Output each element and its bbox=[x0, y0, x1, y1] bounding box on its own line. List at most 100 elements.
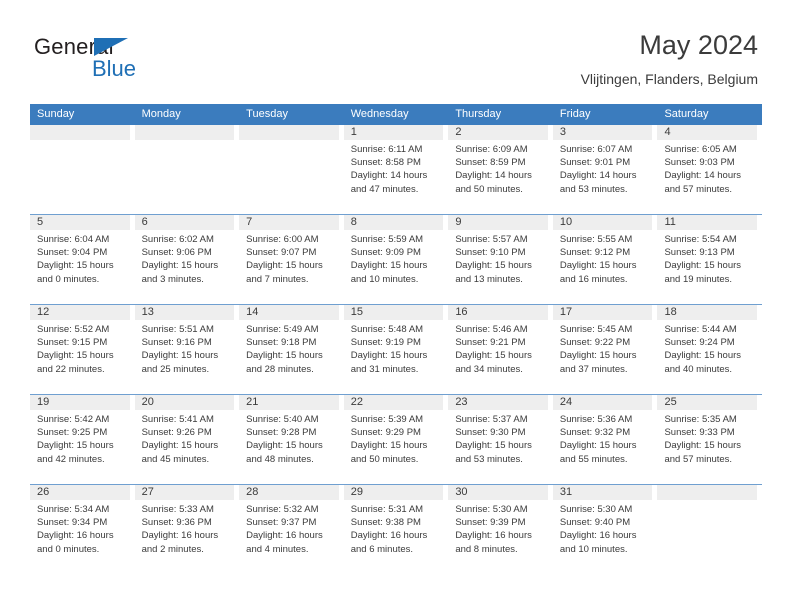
sunset-text: Sunset: 9:33 PM bbox=[664, 427, 735, 439]
daylight-text-line2: and 53 minutes. bbox=[455, 453, 523, 465]
sunrise-text: Sunrise: 5:37 AM bbox=[455, 414, 528, 425]
day-cell[interactable]: 26 Sunrise: 5:34 AM Sunset: 9:34 PM Dayligh… bbox=[30, 485, 135, 574]
sunset-text: Sunset: 9:07 PM bbox=[246, 247, 317, 259]
day-details: Sunrise: 5:48 AM Sunset: 9:19 PM Daylight:… bbox=[344, 323, 444, 376]
day-cell[interactable]: 18 Sunrise: 5:44 AM Sunset: 9:24 PM Dayligh… bbox=[657, 305, 762, 394]
day-cell[interactable]: 30 Sunrise: 5:30 AM Sunset: 9:39 PM Dayligh… bbox=[448, 485, 553, 574]
day-cell[interactable]: 24 Sunrise: 5:36 AM Sunset: 9:32 PM Dayligh… bbox=[552, 395, 658, 484]
day-cell[interactable]: 1 Sunrise: 6:11 AM Sunset: 8:58 PM Daylight… bbox=[343, 125, 449, 214]
day-cell[interactable]: 6 Sunrise: 6:02 AM Sunset: 9:06 PM Daylight… bbox=[134, 215, 240, 304]
day-number: 20 bbox=[134, 395, 235, 410]
day-details: Sunrise: 6:11 AM Sunset: 8:58 PM Daylight:… bbox=[344, 143, 444, 196]
sunset-text: Sunset: 9:16 PM bbox=[141, 337, 212, 349]
day-cell[interactable]: 23 Sunrise: 5:37 AM Sunset: 9:30 PM Dayligh… bbox=[448, 395, 553, 484]
day-number: 15 bbox=[343, 305, 444, 320]
day-cell[interactable]: 12 Sunrise: 5:52 AM Sunset: 9:15 PM Dayligh… bbox=[30, 305, 135, 394]
day-cell[interactable]: 15 Sunrise: 5:48 AM Sunset: 9:19 PM Dayligh… bbox=[343, 305, 449, 394]
sunrise-text: Sunrise: 5:59 AM bbox=[350, 234, 424, 245]
general-blue-logo[interactable]: General Blue bbox=[34, 34, 244, 90]
daylight-text-line1: Daylight: 15 hours bbox=[141, 350, 219, 362]
sunset-text: Sunset: 9:18 PM bbox=[246, 337, 317, 349]
day-cell[interactable]: 27 Sunrise: 5:33 AM Sunset: 9:36 PM Dayligh… bbox=[134, 485, 240, 574]
day-number: 28 bbox=[239, 485, 339, 500]
day-cell[interactable]: 14 Sunrise: 5:49 AM Sunset: 9:18 PM Dayligh… bbox=[239, 305, 344, 394]
day-cell[interactable]: 4 Sunrise: 6:05 AM Sunset: 9:03 PM Daylight… bbox=[657, 125, 762, 214]
sunrise-text: Sunrise: 5:54 AM bbox=[664, 234, 737, 245]
daylight-text-line1: Daylight: 15 hours bbox=[455, 350, 532, 362]
page-title: May 2024 bbox=[639, 30, 758, 60]
day-cell[interactable]: 10 Sunrise: 5:55 AM Sunset: 9:12 PM Dayligh… bbox=[552, 215, 658, 304]
daylight-text-line2: and 10 minutes. bbox=[559, 543, 628, 555]
day-cell[interactable]: 13 Sunrise: 5:51 AM Sunset: 9:16 PM Dayligh… bbox=[134, 305, 240, 394]
weekday-header-wednesday: Wednesday bbox=[350, 108, 409, 120]
daylight-text-line2: and 6 minutes. bbox=[350, 543, 414, 555]
day-cell[interactable]: 25 Sunrise: 5:35 AM Sunset: 9:33 PM Dayligh… bbox=[657, 395, 762, 484]
day-number: 16 bbox=[448, 305, 548, 320]
day-cell[interactable]: 29 Sunrise: 5:31 AM Sunset: 9:38 PM Dayligh… bbox=[343, 485, 449, 574]
daylight-text-line1: Daylight: 16 hours bbox=[455, 530, 532, 542]
day-cell[interactable]: 19 Sunrise: 5:42 AM Sunset: 9:25 PM Dayligh… bbox=[30, 395, 135, 484]
daylight-text-line2: and 3 minutes. bbox=[141, 273, 204, 285]
day-number: 7 bbox=[239, 215, 339, 230]
daylight-text-line2: and 50 minutes. bbox=[455, 183, 523, 195]
daylight-text-line1: Daylight: 15 hours bbox=[37, 440, 114, 452]
daylight-text-line1: Daylight: 15 hours bbox=[664, 440, 742, 452]
day-cell[interactable]: 5 Sunrise: 6:04 AM Sunset: 9:04 PM Daylight… bbox=[30, 215, 135, 304]
daylight-text-line2: and 4 minutes. bbox=[246, 543, 309, 555]
day-details: Sunrise: 5:34 AM Sunset: 9:34 PM Daylight:… bbox=[30, 503, 130, 556]
daylight-text-line2: and 53 minutes. bbox=[559, 183, 628, 195]
day-cell[interactable]: 22 Sunrise: 5:39 AM Sunset: 9:29 PM Dayligh… bbox=[343, 395, 449, 484]
day-details: Sunrise: 5:59 AM Sunset: 9:09 PM Daylight:… bbox=[344, 233, 444, 286]
sunset-text: Sunset: 9:13 PM bbox=[664, 247, 735, 259]
day-cell[interactable]: 16 Sunrise: 5:46 AM Sunset: 9:21 PM Dayligh… bbox=[448, 305, 553, 394]
day-details: Sunrise: 5:52 AM Sunset: 9:15 PM Daylight:… bbox=[30, 323, 130, 376]
daylight-text-line2: and 19 minutes. bbox=[664, 273, 733, 285]
day-details: Sunrise: 5:54 AM Sunset: 9:13 PM Daylight:… bbox=[657, 233, 757, 286]
day-cell-empty bbox=[239, 125, 344, 214]
day-details: Sunrise: 5:32 AM Sunset: 9:37 PM Daylight:… bbox=[239, 503, 339, 556]
day-number: 24 bbox=[552, 395, 653, 410]
day-cell[interactable]: 28 Sunrise: 5:32 AM Sunset: 9:37 PM Dayligh… bbox=[239, 485, 344, 574]
day-cell[interactable]: 3 Sunrise: 6:07 AM Sunset: 9:01 PM Daylight… bbox=[552, 125, 658, 214]
day-details: Sunrise: 5:49 AM Sunset: 9:18 PM Daylight:… bbox=[239, 323, 339, 376]
sunset-text: Sunset: 9:03 PM bbox=[664, 157, 735, 169]
day-cell[interactable]: 17 Sunrise: 5:45 AM Sunset: 9:22 PM Dayligh… bbox=[552, 305, 658, 394]
day-number: 29 bbox=[343, 485, 444, 500]
sunset-text: Sunset: 9:15 PM bbox=[37, 337, 108, 349]
sunrise-text: Sunrise: 5:30 AM bbox=[455, 504, 528, 515]
day-cell[interactable]: 2 Sunrise: 6:09 AM Sunset: 8:59 PM Daylight… bbox=[448, 125, 553, 214]
day-cell[interactable]: 9 Sunrise: 5:57 AM Sunset: 9:10 PM Daylight… bbox=[448, 215, 553, 304]
daylight-text-line2: and 31 minutes. bbox=[350, 363, 419, 375]
day-details: Sunrise: 5:33 AM Sunset: 9:36 PM Daylight:… bbox=[135, 503, 235, 556]
sunset-text: Sunset: 9:01 PM bbox=[559, 157, 631, 169]
day-number: 5 bbox=[30, 215, 130, 230]
sunrise-text: Sunrise: 5:55 AM bbox=[559, 234, 633, 245]
day-cell[interactable]: 31 Sunrise: 5:30 AM Sunset: 9:40 PM Dayligh… bbox=[552, 485, 658, 574]
sunset-text: Sunset: 9:40 PM bbox=[559, 517, 631, 529]
sunset-text: Sunset: 9:24 PM bbox=[664, 337, 735, 349]
day-number: 19 bbox=[30, 395, 130, 410]
daylight-text-line1: Daylight: 15 hours bbox=[37, 350, 114, 362]
day-details: Sunrise: 6:07 AM Sunset: 9:01 PM Daylight:… bbox=[553, 143, 653, 196]
day-cell[interactable]: 21 Sunrise: 5:40 AM Sunset: 9:28 PM Dayligh… bbox=[239, 395, 344, 484]
daylight-text-line1: Daylight: 14 hours bbox=[559, 170, 637, 182]
sunrise-text: Sunrise: 5:32 AM bbox=[246, 504, 319, 515]
day-cell[interactable]: 20 Sunrise: 5:41 AM Sunset: 9:26 PM Dayligh… bbox=[134, 395, 240, 484]
calendar-week-row: 5 Sunrise: 6:04 AM Sunset: 9:04 PM Daylight… bbox=[30, 214, 762, 304]
sunrise-text: Sunrise: 5:34 AM bbox=[37, 504, 110, 515]
day-cell[interactable]: 8 Sunrise: 5:59 AM Sunset: 9:09 PM Daylight… bbox=[343, 215, 449, 304]
daylight-text-line2: and 48 minutes. bbox=[246, 453, 314, 465]
day-details: Sunrise: 5:35 AM Sunset: 9:33 PM Daylight:… bbox=[657, 413, 757, 466]
daylight-text-line1: Daylight: 16 hours bbox=[350, 530, 428, 542]
day-cell[interactable]: 11 Sunrise: 5:54 AM Sunset: 9:13 PM Dayligh… bbox=[657, 215, 762, 304]
sunset-text: Sunset: 9:32 PM bbox=[559, 427, 631, 439]
daylight-text-line2: and 40 minutes. bbox=[664, 363, 733, 375]
daylight-text-line2: and 57 minutes. bbox=[664, 183, 733, 195]
day-details: Sunrise: 5:55 AM Sunset: 9:12 PM Daylight:… bbox=[553, 233, 653, 286]
day-number: 8 bbox=[343, 215, 444, 230]
sunrise-text: Sunrise: 6:05 AM bbox=[664, 144, 737, 155]
day-number: 13 bbox=[134, 305, 235, 320]
sunrise-text: Sunrise: 5:36 AM bbox=[559, 414, 633, 425]
daylight-text-line2: and 2 minutes. bbox=[141, 543, 204, 555]
day-cell[interactable]: 7 Sunrise: 6:00 AM Sunset: 9:07 PM Daylight… bbox=[239, 215, 344, 304]
